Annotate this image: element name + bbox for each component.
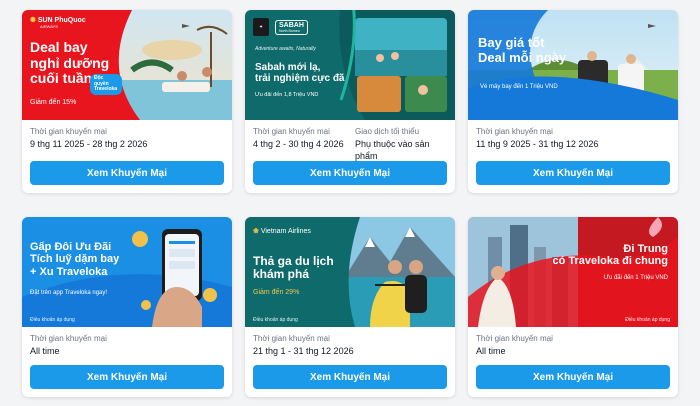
brand-name: SUN PhuQuoc <box>37 17 86 24</box>
brand-sub: AIRWAYS <box>40 24 58 29</box>
promo-meta: Thời gian khuyến mại All time <box>22 327 232 357</box>
promo-period-value: 4 thg 2 - 30 thg 4 2026 <box>253 139 344 149</box>
promo-card-double-miles[interactable]: Gấp Đôi Ưu Đãi Tích luỹ dặm bay + Xu Tra… <box>22 217 232 397</box>
min-transaction-value: Phụ thuộc vào sản phẩm <box>355 139 430 161</box>
sun-icon: ✺ <box>30 17 36 24</box>
promo-card-daily-deal[interactable]: Bay giá tốt Deal mỗi ngày Vé máy bay đến… <box>468 10 678 193</box>
view-promo-button[interactable]: Xem Khuyến Mại <box>30 161 224 185</box>
banner-subtitle: Giảm đến 15% <box>30 99 77 106</box>
promo-card-china-trip[interactable]: Đi Trung có Traveloka đi chung Ưu đãi đế… <box>468 217 678 397</box>
promo-card-vietnam-airlines[interactable]: ❀ Vietnam Airlines Thả ga du lịch khám p… <box>245 217 455 397</box>
banner-subtitle: Đặt trên app Traveloka ngay! <box>30 290 108 296</box>
promo-period-label: Thời gian khuyến mại <box>476 334 553 343</box>
terms-link[interactable]: Điều khoản áp dụng <box>253 317 298 323</box>
view-promo-button[interactable]: Xem Khuyến Mại <box>253 365 447 389</box>
promo-banner[interactable]: Bay giá tốt Deal mỗi ngày Vé máy bay đến… <box>468 10 678 120</box>
sabah-badge-icon: ✦ <box>253 18 269 36</box>
banner-title: Đi Trung có Traveloka đi chung <box>552 243 668 268</box>
promo-period-label: Thời gian khuyến mại <box>253 334 330 343</box>
promo-meta: Thời gian khuyến mại 21 thg 1 - 31 thg 1… <box>245 327 455 357</box>
banner-tagline: Adventure awaits, Naturally <box>255 46 316 52</box>
exclusive-badge: Độc quyền Traveloka <box>90 74 122 95</box>
min-transaction-label: Giao dịch tối thiểu <box>355 127 420 136</box>
promo-period-label: Thời gian khuyến mại <box>253 127 330 136</box>
view-promo-button[interactable]: Xem Khuyến Mại <box>253 161 447 185</box>
sabah-logo: SABAH North Borneo <box>275 20 308 35</box>
banner-title: Gấp Đôi Ưu Đãi Tích luỹ dặm bay + Xu Tra… <box>30 241 120 278</box>
view-promo-button[interactable]: Xem Khuyến Mại <box>30 365 224 389</box>
promo-period-value: All time <box>476 346 506 356</box>
promo-banner[interactable]: ❀ Vietnam Airlines Thả ga du lịch khám p… <box>245 217 455 327</box>
banner-subtitle: Ưu đãi đến 1,8 Triệu VND <box>255 92 319 98</box>
promo-period-value: 21 thg 1 - 31 thg 12 2026 <box>253 346 354 356</box>
banner-subtitle: Ưu đãi đến 1 Triệu VND <box>603 275 668 281</box>
lotus-icon: ❀ <box>253 228 259 235</box>
banner-background <box>468 217 678 327</box>
vietnam-airlines-logo: ❀ Vietnam Airlines <box>253 228 311 235</box>
banner-title: Sabah mới lạ, trải nghiệm cực đã <box>255 62 345 85</box>
promo-banner[interactable]: Gấp Đôi Ưu Đãi Tích luỹ dặm bay + Xu Tra… <box>22 217 232 327</box>
banner-title: Bay giá tốt Deal mỗi ngày <box>478 35 567 65</box>
promo-period-value: 11 thg 9 2025 - 31 thg 12 2026 <box>476 139 599 149</box>
promo-card-sabah[interactable]: ✦ SABAH North Borneo Adventure awaits, N… <box>245 10 455 193</box>
terms-link[interactable]: Điều khoản áp dụng <box>625 317 670 323</box>
promo-meta: Thời gian khuyến mại 9 thg 11 2025 - 28 … <box>22 120 232 150</box>
promo-period-label: Thời gian khuyến mại <box>30 334 107 343</box>
view-promo-button[interactable]: Xem Khuyến Mại <box>476 365 670 389</box>
promo-banner[interactable]: ✦ SABAH North Borneo Adventure awaits, N… <box>245 10 455 120</box>
promo-meta: Thời gian khuyến mại All time <box>468 327 678 357</box>
promo-meta: Thời gian khuyến mại 4 thg 2 - 30 thg 4 … <box>245 120 455 162</box>
promo-meta: Thời gian khuyến mại 11 thg 9 2025 - 31 … <box>468 120 678 150</box>
sun-phuquoc-logo: ✺ SUN PhuQuoc AIRWAYS <box>30 16 86 29</box>
banner-title: Thả ga du lịch khám phá <box>253 254 334 282</box>
banner-subtitle: Giảm đến 29% <box>253 289 300 296</box>
promo-period-label: Thời gian khuyến mại <box>30 127 107 136</box>
promo-period-value: 9 thg 11 2025 - 28 thg 2 2026 <box>30 139 148 149</box>
promo-period-label: Thời gian khuyến mại <box>476 127 553 136</box>
promo-period-value: All time <box>30 346 60 356</box>
banner-subtitle: Vé máy bay đến 1 Triệu VND <box>480 84 558 90</box>
terms-link[interactable]: Điều khoản áp dụng <box>30 317 75 323</box>
view-promo-button[interactable]: Xem Khuyến Mại <box>476 161 670 185</box>
promo-banner[interactable]: ✺ SUN PhuQuoc AIRWAYS Deal bay nghỉ dưỡn… <box>22 10 232 120</box>
promo-banner[interactable]: Đi Trung có Traveloka đi chung Ưu đãi đế… <box>468 217 678 327</box>
promo-card-sun-phuquoc[interactable]: ✺ SUN PhuQuoc AIRWAYS Deal bay nghỉ dưỡn… <box>22 10 232 193</box>
